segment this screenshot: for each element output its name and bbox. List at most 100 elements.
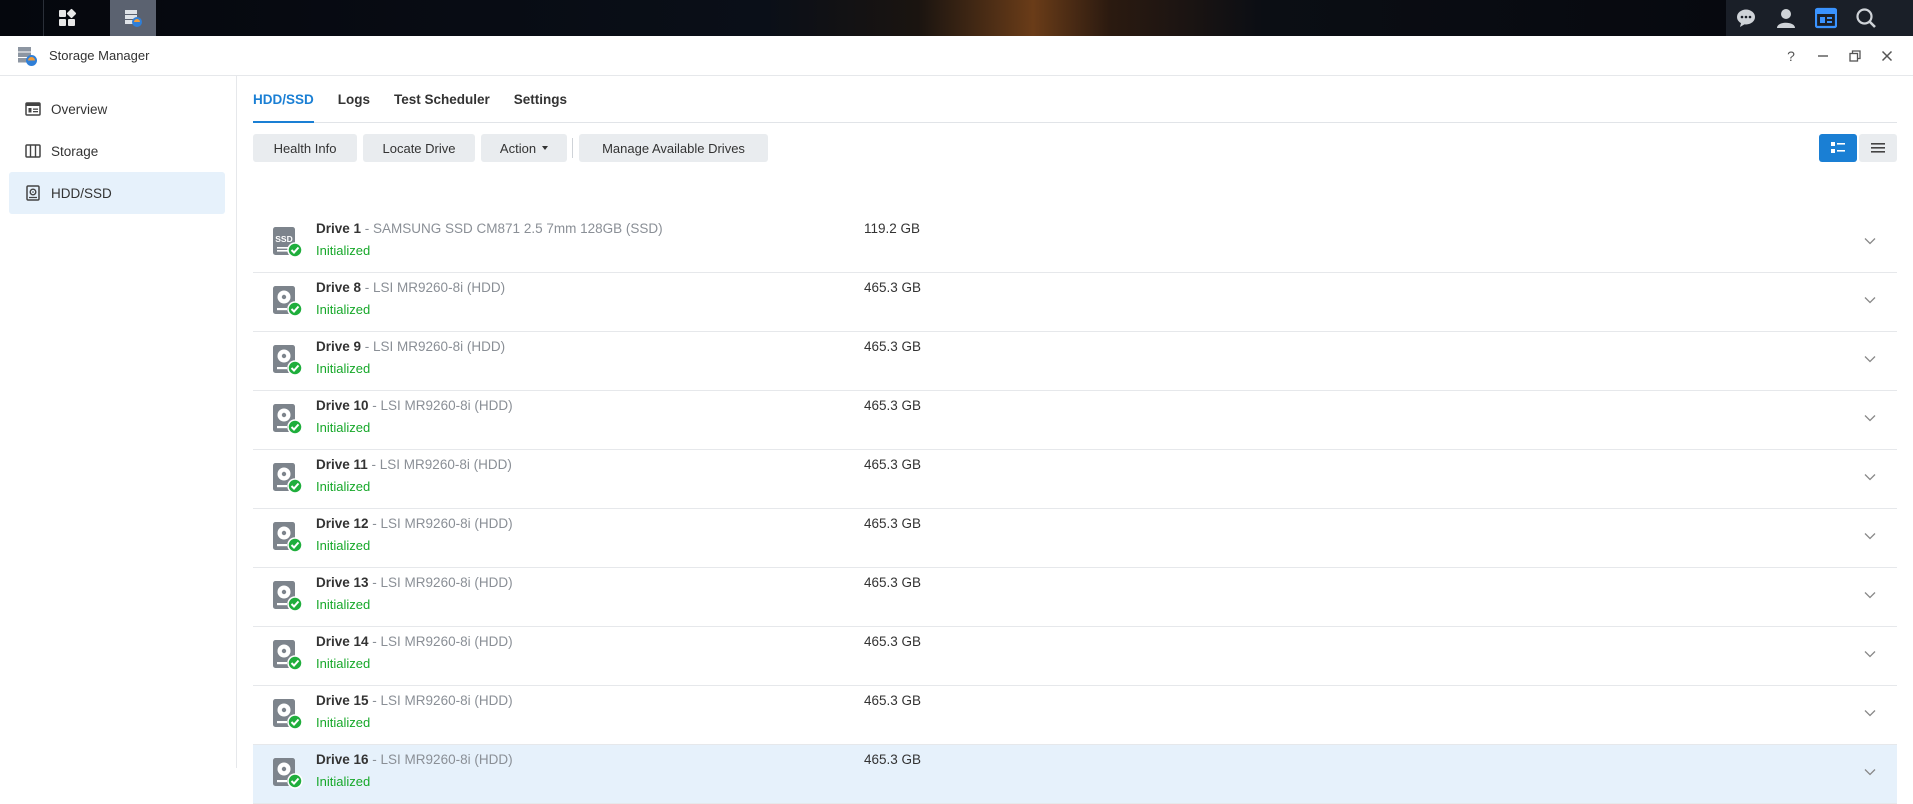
main-menu-button[interactable]	[43, 0, 90, 36]
health-info-button[interactable]: Health Info	[253, 134, 357, 162]
action-label: Action	[499, 140, 537, 156]
chevron-down-icon[interactable]	[1863, 588, 1877, 602]
hdd-healthy-icon	[271, 757, 303, 789]
chevron-down-icon[interactable]	[1863, 470, 1877, 484]
widgets-icon	[1815, 7, 1837, 29]
sidebar-item-hdd-ssd[interactable]: HDD/SSD	[9, 172, 225, 214]
drive-status: Initialized	[316, 243, 371, 258]
drive-name: Drive 8	[316, 280, 362, 295]
drive-title: Drive 8 - LSI MR9260-8i (HDD)	[316, 280, 505, 295]
hdd-healthy-icon	[271, 403, 303, 435]
drive-model: - LSI MR9260-8i (HDD)	[368, 752, 513, 767]
hdd-healthy-icon	[271, 462, 303, 494]
drive-capacity: 465.3 GB	[864, 693, 922, 708]
drive-model: - LSI MR9260-8i (HDD)	[367, 457, 512, 472]
sidebar-item-label: HDD/SSD	[51, 185, 112, 201]
tab-test-scheduler[interactable]: Test Scheduler	[394, 76, 490, 122]
sidebar-item-overview[interactable]: Overview	[9, 88, 225, 130]
drive-row[interactable]: Drive 13 - LSI MR9260-8i (HDD) Initialize…	[253, 568, 1897, 627]
minimize-button[interactable]	[1807, 36, 1839, 75]
drive-row[interactable]: Drive 14 - LSI MR9260-8i (HDD) Initialize…	[253, 627, 1897, 686]
storage-manager-icon	[18, 46, 37, 66]
drive-row[interactable]: Drive 9 - LSI MR9260-8i (HDD) Initialized…	[253, 332, 1897, 391]
drive-row[interactable]: Drive 8 - LSI MR9260-8i (HDD) Initialized…	[253, 273, 1897, 332]
chevron-down-icon[interactable]	[1863, 234, 1877, 248]
drive-row[interactable]: Drive 12 - LSI MR9260-8i (HDD) Initialize…	[253, 509, 1897, 568]
notifications-button[interactable]	[1726, 0, 1766, 36]
chevron-down-icon[interactable]	[1863, 411, 1877, 425]
user-button[interactable]	[1766, 0, 1806, 36]
drive-title: Drive 1 - SAMSUNG SSD CM871 2.5 7mm 128G…	[316, 221, 663, 236]
drive-title: Drive 15 - LSI MR9260-8i (HDD)	[316, 693, 513, 708]
hdd-healthy-icon	[271, 521, 303, 553]
manage-available-drives-button[interactable]: Manage Available Drives	[579, 134, 768, 162]
search-button[interactable]	[1846, 0, 1886, 36]
drive-capacity: 465.3 GB	[864, 398, 922, 413]
detail-view-button[interactable]	[1819, 134, 1857, 162]
drive-status: Initialized	[316, 420, 371, 435]
list-icon	[1871, 143, 1885, 153]
sidebar-item-label: Overview	[51, 101, 108, 117]
drive-capacity: 465.3 GB	[864, 634, 922, 649]
drive-name: Drive 12	[316, 516, 369, 531]
drive-status: Initialized	[316, 774, 371, 789]
compact-view-button[interactable]	[1859, 134, 1897, 162]
help-button[interactable]: ?	[1775, 36, 1807, 75]
window-titlebar[interactable]: Storage Manager ?	[0, 36, 1913, 76]
drive-name: Drive 1	[316, 221, 362, 236]
storage-icon	[24, 142, 42, 160]
drive-row[interactable]: SSD Drive 1 - SAMSUNG SSD CM871 2.5 7mm …	[253, 214, 1897, 273]
caret-down-icon	[542, 146, 549, 150]
drive-capacity: 119.2 GB	[864, 221, 921, 236]
drive-model: - LSI MR9260-8i (HDD)	[368, 575, 513, 590]
drive-status: Initialized	[316, 715, 371, 730]
drive-model: - LSI MR9260-8i (HDD)	[368, 634, 513, 649]
tab-logs[interactable]: Logs	[338, 76, 370, 122]
sidebar-item-storage[interactable]: Storage	[9, 130, 225, 172]
help-icon: ?	[1787, 47, 1795, 64]
drive-model: - LSI MR9260-8i (HDD)	[368, 516, 513, 531]
tab-bar: HDD/SSD Logs Test Scheduler Settings	[253, 76, 1897, 123]
user-icon	[1777, 9, 1795, 28]
drive-name: Drive 10	[316, 398, 369, 413]
chat-icon	[1737, 9, 1755, 27]
chevron-down-icon[interactable]	[1863, 529, 1877, 543]
chevron-down-icon[interactable]	[1863, 706, 1877, 720]
tab-hdd-ssd[interactable]: HDD/SSD	[253, 76, 314, 123]
drive-status: Initialized	[316, 597, 371, 612]
overview-icon	[24, 100, 42, 118]
drive-status: Initialized	[316, 656, 371, 671]
close-icon	[1881, 50, 1893, 61]
drive-row[interactable]: Drive 10 - LSI MR9260-8i (HDD) Initialize…	[253, 391, 1897, 450]
storage-manager-taskbar-button[interactable]	[110, 0, 156, 36]
tab-settings[interactable]: Settings	[514, 76, 567, 122]
ssd-icon-label: SSD	[275, 234, 292, 244]
drive-model: - LSI MR9260-8i (HDD)	[361, 339, 506, 354]
chevron-down-icon[interactable]	[1863, 765, 1877, 779]
drive-title: Drive 16 - LSI MR9260-8i (HDD)	[316, 752, 513, 767]
detail-list-icon	[1831, 142, 1845, 153]
drive-row[interactable]: Drive 11 - LSI MR9260-8i (HDD) Initialize…	[253, 450, 1897, 509]
drive-capacity: 465.3 GB	[864, 752, 922, 767]
drive-icon	[24, 184, 42, 202]
chevron-down-icon[interactable]	[1863, 647, 1877, 661]
drive-row[interactable]: Drive 16 - LSI MR9260-8i (HDD) Initialize…	[253, 745, 1897, 804]
close-button[interactable]	[1871, 36, 1903, 75]
drive-row[interactable]: Drive 15 - LSI MR9260-8i (HDD) Initialize…	[253, 686, 1897, 745]
toolbar: Health Info Locate Drive Action Manage A…	[253, 134, 1897, 162]
window-title: Storage Manager	[49, 48, 150, 63]
drive-name: Drive 9	[316, 339, 362, 354]
search-icon	[1856, 8, 1876, 28]
drive-status: Initialized	[316, 479, 371, 494]
hdd-healthy-icon	[271, 344, 303, 376]
chevron-down-icon[interactable]	[1863, 293, 1877, 307]
chevron-down-icon[interactable]	[1863, 352, 1877, 366]
hdd-healthy-icon	[271, 580, 303, 612]
locate-drive-button[interactable]: Locate Drive	[363, 134, 475, 162]
action-dropdown-button[interactable]: Action	[481, 134, 567, 162]
ssd-healthy-icon: SSD	[271, 226, 303, 258]
restore-button[interactable]	[1839, 36, 1871, 75]
widgets-button[interactable]	[1806, 0, 1846, 36]
drive-title: Drive 14 - LSI MR9260-8i (HDD)	[316, 634, 513, 649]
storage-manager-window: Storage Manager ? Overview Storage HDD/S…	[0, 36, 1913, 804]
